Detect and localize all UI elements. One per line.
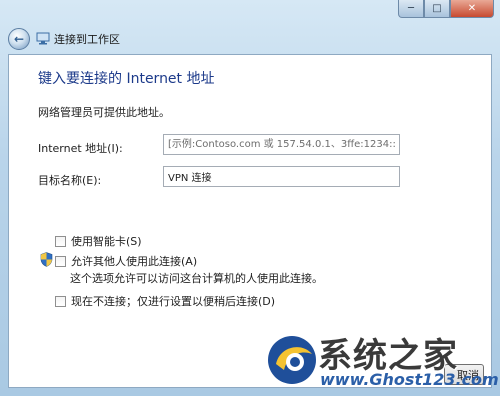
admin-note: 网络管理员可提供此地址。 xyxy=(38,106,170,119)
dont-connect-option[interactable]: 现在不连接；仅进行设置以便稍后连接(D) xyxy=(55,293,275,309)
allow-others-label: 允许其他人使用此连接(A) xyxy=(71,255,198,268)
allow-others-option[interactable]: 允许其他人使用此连接(A) xyxy=(55,253,197,269)
smart-card-checkbox[interactable] xyxy=(55,235,66,247)
maximize-button[interactable]: □ xyxy=(424,0,450,18)
allow-others-note: 这个选项允许可以访问这台计算机的人使用此连接。 xyxy=(70,272,323,285)
dont-connect-checkbox[interactable] xyxy=(55,295,66,307)
close-button[interactable]: ✕ xyxy=(450,0,494,18)
address-input[interactable] xyxy=(163,134,400,155)
back-button[interactable]: ← xyxy=(8,28,30,50)
watermark-logo-icon xyxy=(268,336,316,384)
uac-shield-icon xyxy=(40,252,53,267)
dont-connect-label: 现在不连接；仅进行设置以便稍后连接(D) xyxy=(71,295,276,308)
caption-buttons: ─ □ ✕ xyxy=(398,0,494,18)
network-icon xyxy=(36,32,50,45)
smart-card-option[interactable]: 使用智能卡(S) xyxy=(55,233,142,249)
watermark-url: www.Ghost123.com xyxy=(320,370,499,389)
destination-input[interactable] xyxy=(163,166,400,187)
minimize-button[interactable]: ─ xyxy=(398,0,424,18)
allow-others-checkbox[interactable] xyxy=(55,255,66,267)
page-heading: 键入要连接的 Internet 地址 xyxy=(38,71,215,87)
window-title: 连接到工作区 xyxy=(54,33,120,46)
smart-card-label: 使用智能卡(S) xyxy=(71,235,142,248)
window-frame: ─ □ ✕ ← 连接到工作区 键入要连接的 Internet 地址 网络管理员可… xyxy=(0,0,500,396)
destination-label: 目标名称(E): xyxy=(38,174,102,187)
address-label: Internet 地址(I): xyxy=(38,142,123,155)
